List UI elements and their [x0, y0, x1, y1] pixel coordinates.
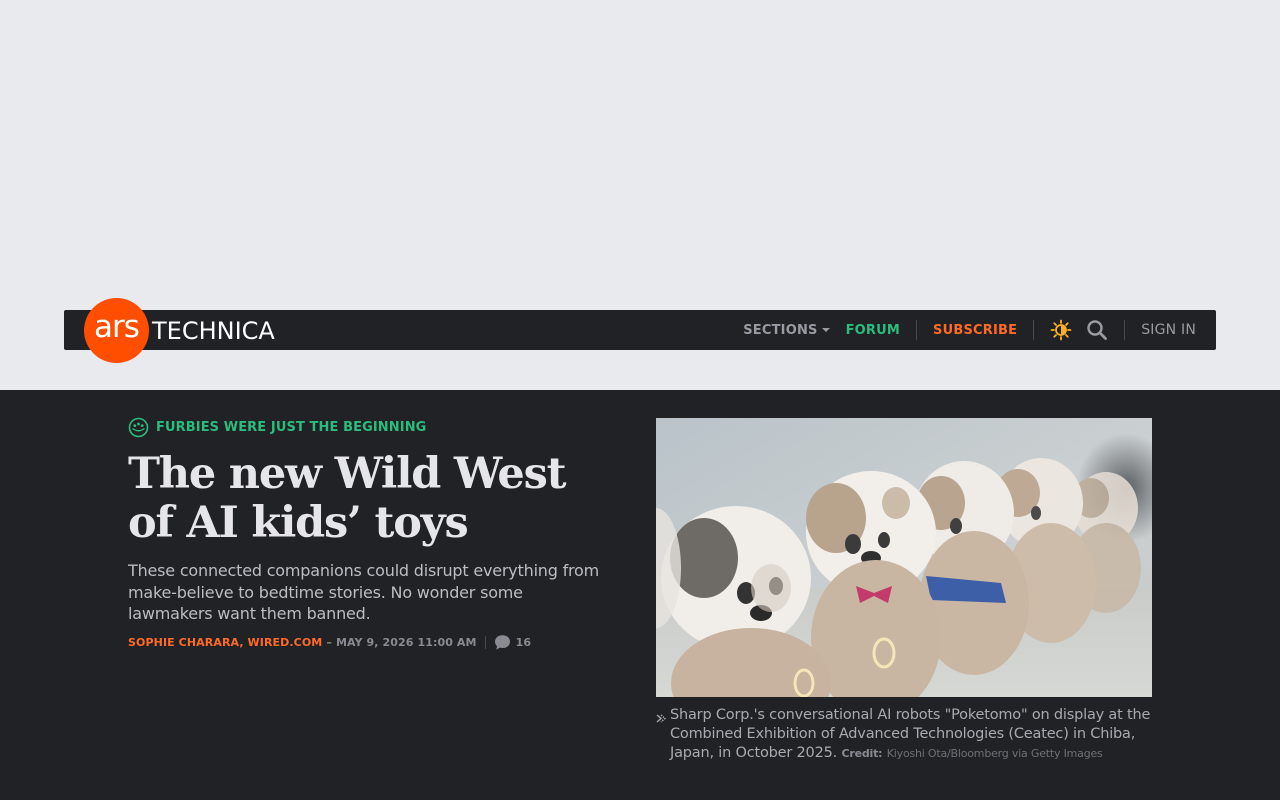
article-dek: These connected companions could disrupt… — [128, 561, 600, 623]
ad-space — [0, 0, 1280, 310]
theme-toggle-button[interactable] — [1050, 319, 1072, 341]
article-headline[interactable]: The new Wild West of AI kids’ toys — [128, 450, 618, 548]
nav-menu: SECTIONS FORUM SUBSCRIBE SIGN IN — [743, 310, 1196, 350]
sections-label: SECTIONS — [743, 322, 818, 338]
chevron-down-icon — [821, 328, 830, 332]
comment-count: 16 — [515, 636, 532, 649]
search-button[interactable] — [1086, 319, 1108, 341]
sign-in-link[interactable]: SIGN IN — [1141, 322, 1196, 338]
site-logo[interactable]: ars TECHNICA — [84, 297, 275, 363]
nav-divider — [1033, 320, 1035, 340]
byline-divider — [484, 636, 486, 649]
forum-link[interactable]: FORUM — [846, 323, 900, 338]
comment-bubble-icon — [494, 635, 510, 650]
comments-link[interactable]: 16 — [494, 634, 532, 651]
nav-divider — [916, 320, 918, 340]
search-icon — [1087, 320, 1108, 340]
nav-divider — [1124, 320, 1126, 340]
logo-technica: TECHNICA — [152, 316, 275, 345]
byline-dash: – — [326, 636, 332, 649]
site-navbar: ars TECHNICA SECTIONS FORUM SUBSCRIBE SI… — [64, 297, 1216, 363]
kicker-label: FURBIES WERE JUST THE BEGINNING — [156, 420, 427, 435]
author-link[interactable]: SOPHIE CHARARA, WIRED.COM — [128, 636, 322, 649]
lead-photo[interactable] — [656, 418, 1152, 697]
story-kicker[interactable]: FURBIES WERE JUST THE BEGINNING — [128, 417, 426, 438]
credit-label: Credit: — [841, 747, 883, 760]
byline: SOPHIE CHARARA, WIRED.COM – MAY 9, 2026 … — [128, 634, 531, 651]
photo-caption: Sharp Corp.'s conversational AI robots "… — [656, 706, 1152, 763]
caption-arrow-icon — [656, 706, 670, 763]
publish-date: MAY 9, 2026 11:00 AM — [335, 636, 477, 649]
sun-icon — [1050, 319, 1072, 341]
caption-body: Sharp Corp.'s conversational AI robots "… — [670, 706, 1152, 763]
poketomo-robots-image — [656, 418, 1152, 697]
logo-ars-circle: ars — [84, 297, 149, 363]
credit-value: Kiyoshi Ota/Bloomberg via Getty Images — [886, 747, 1103, 760]
toy-icon — [128, 417, 149, 438]
subscribe-link[interactable]: SUBSCRIBE — [933, 323, 1017, 338]
sections-menu-button[interactable]: SECTIONS — [743, 322, 830, 338]
lead-story: FURBIES WERE JUST THE BEGINNING The new … — [0, 390, 1280, 800]
